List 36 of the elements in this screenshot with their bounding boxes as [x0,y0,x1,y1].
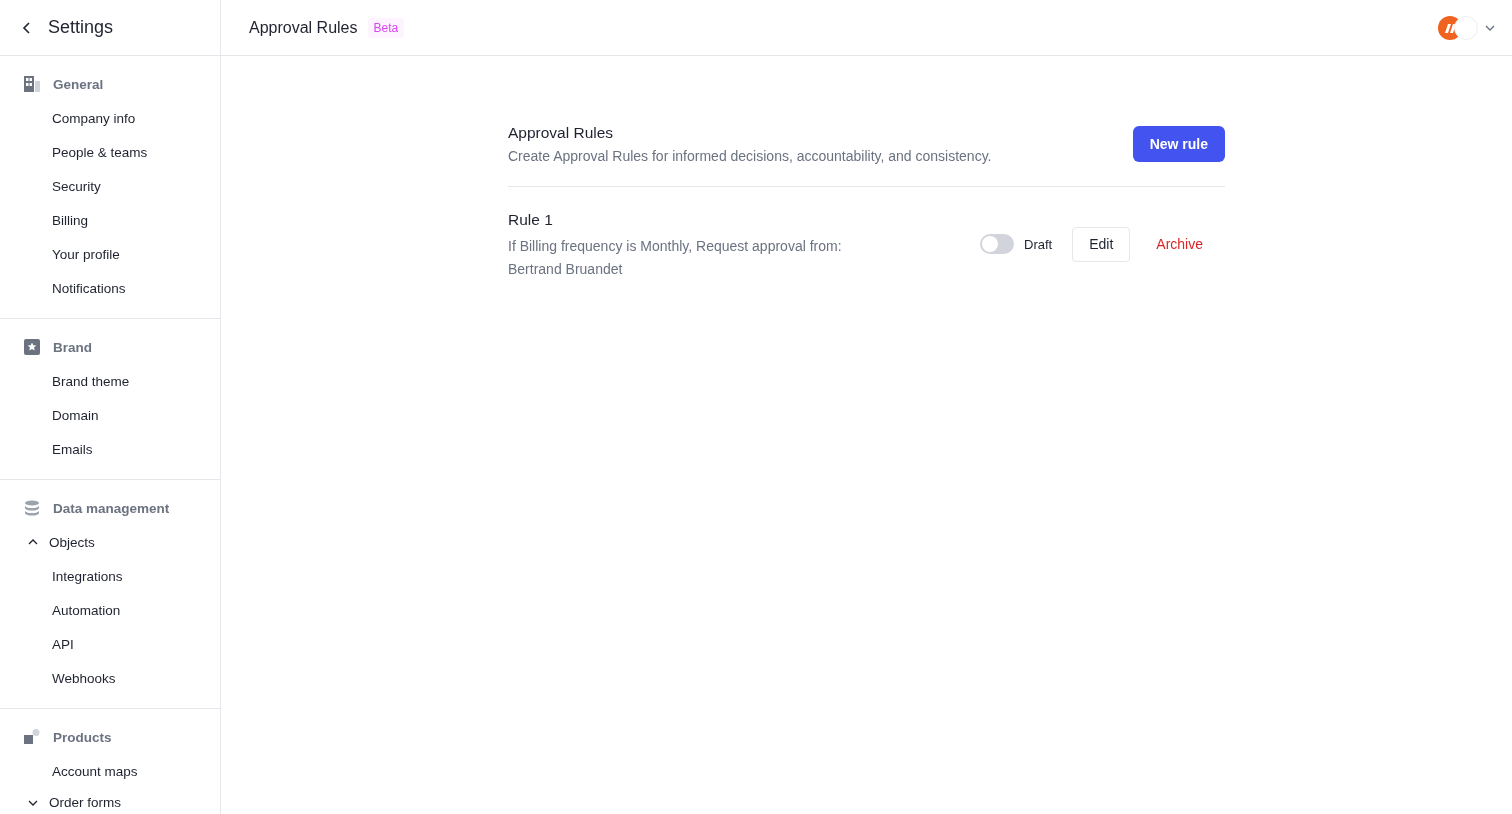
status-label: Draft [1024,236,1053,252]
toggle-switch[interactable] [980,234,1014,254]
new-rule-button[interactable]: New rule [1132,126,1225,162]
sidebar-item[interactable]: Domain [0,398,105,432]
sidebar-item[interactable]: Objects [0,525,101,559]
archive-link[interactable]: Archive [1150,235,1209,253]
avatar[interactable] [1454,15,1478,40]
sidebar-item[interactable]: Webhooks [0,661,122,695]
rule-name: Rule 1 [508,211,554,229]
sidebar-item[interactable]: Emails [0,432,99,466]
sidebar-item[interactable]: Your profile [0,237,126,271]
page-title: Approval Rules [249,18,358,37]
sidebar-item[interactable]: Company info [0,101,142,135]
section-description: Create Approval Rules for informed decisions, accountability, and consistency. [508,148,992,164]
sidebar-item[interactable]: API [0,627,80,661]
section-heading: Products [53,729,112,745]
shapes-icon [23,728,41,746]
rule-description: If Billing frequency is Monthly, Request approval from: Bertrand Bruandet [508,237,843,279]
section-heading: Data management [53,500,170,516]
section-heading: Brand [53,339,92,355]
sidebar-item[interactable]: Billing [0,203,95,237]
sidebar-item[interactable]: Integrations [0,559,129,593]
database-icon [23,499,41,517]
sidebar-item[interactable]: Notifications [0,271,132,305]
section-heading: General [53,76,104,92]
sidebar-item[interactable]: Order forms [0,788,127,812]
beta-badge: Beta [367,17,405,38]
sidebar-item[interactable]: People & teams [0,135,154,169]
sidebar-item[interactable]: Security [0,169,107,203]
sidebar-item[interactable]: Brand theme [0,364,136,398]
sidebar-item[interactable]: Automation [0,593,127,627]
section-title: Approval Rules [508,124,615,142]
edit-button[interactable]: Edit [1072,226,1131,262]
building-icon [23,75,41,93]
sidebar-item[interactable]: Account maps [0,754,144,788]
sidebar-title: Settings [48,17,114,38]
